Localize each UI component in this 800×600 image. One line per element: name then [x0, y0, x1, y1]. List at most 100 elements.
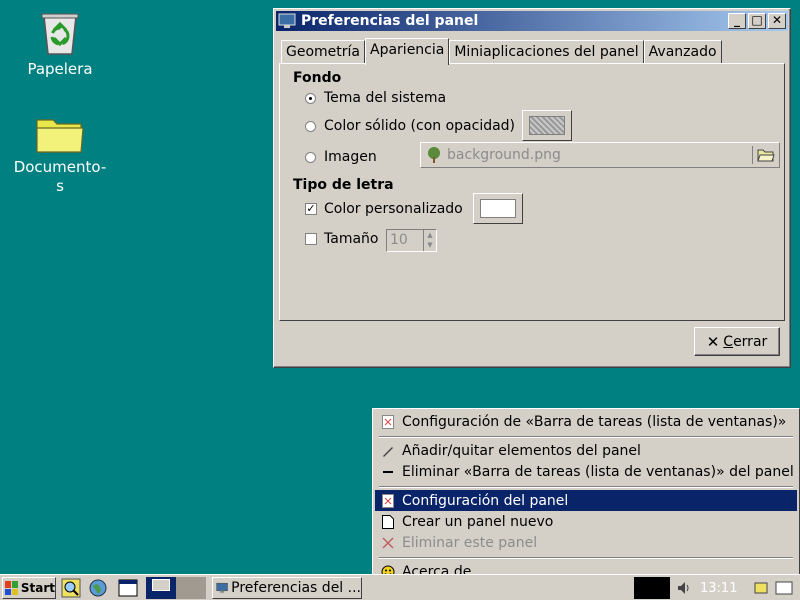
menu-item-remove-taskbar[interactable]: Eliminar «Barra de tareas (lista de vent…	[375, 461, 797, 482]
radio-imagen[interactable]: Imagen	[305, 149, 377, 165]
globe-icon	[89, 579, 107, 597]
image-file-name: background.png	[447, 147, 561, 163]
radio-label: Color sólido (con opacidad)	[324, 118, 516, 134]
maximize-icon: □	[751, 13, 763, 27]
task-preferencias[interactable]: Preferencias del ...	[212, 577, 362, 599]
start-button[interactable]: Start	[2, 577, 56, 599]
task-label: Preferencias del ...	[231, 580, 361, 596]
checkbox-label: Tamaño	[324, 231, 379, 247]
radio-tema-sistema[interactable]: Tema del sistema	[305, 90, 446, 106]
tree-image-icon	[428, 147, 440, 163]
tab-geometria[interactable]: Geometría	[281, 40, 365, 64]
minimize-button[interactable]: _	[728, 13, 746, 29]
checkbox-tamano[interactable]: Tamaño	[305, 231, 378, 247]
clock[interactable]: 13:11	[700, 581, 737, 596]
menu-item-delete-panel: Eliminar este panel	[375, 532, 797, 553]
window-titlebar[interactable]: Preferencias del panel _ □ ✕	[276, 11, 788, 31]
menu-separator	[379, 486, 793, 488]
folder-icon	[36, 119, 84, 153]
new-document-icon	[381, 514, 395, 529]
color-swatch	[480, 199, 516, 218]
workspace-1[interactable]	[146, 577, 176, 599]
menu-item-add-remove[interactable]: Añadir/quitar elementos del panel	[375, 440, 797, 461]
menu-item-label: Configuración de «Barra de tareas (lista…	[402, 413, 787, 430]
spinner-arrows[interactable]: ▲ ▼	[423, 230, 436, 251]
config-icon	[381, 493, 395, 508]
open-folder-icon[interactable]	[757, 147, 775, 163]
tab-miniaplicaciones[interactable]: Miniaplicaciones del panel	[449, 40, 644, 64]
radio-button[interactable]	[305, 151, 316, 163]
color-swatch	[529, 116, 565, 135]
minus-icon	[381, 465, 395, 479]
font-size-spinner[interactable]: 10 ▲ ▼	[386, 229, 437, 252]
panel-context-menu: Configuración de «Barra de tareas (lista…	[372, 408, 800, 584]
section-tipo-letra-heading: Tipo de letra	[293, 177, 394, 193]
volume-icon[interactable]	[676, 580, 692, 596]
window-title: Preferencias del panel	[301, 13, 479, 29]
radio-button[interactable]	[305, 120, 316, 132]
menu-item-taskbar-config[interactable]: Configuración de «Barra de tareas (lista…	[375, 411, 797, 432]
menu-item-panel-config[interactable]: Configuración del panel	[375, 490, 797, 511]
radio-label: Tema del sistema	[324, 90, 447, 106]
show-desktop-icon[interactable]	[775, 580, 793, 596]
menu-item-label: Configuración del panel	[402, 492, 569, 509]
image-file-chooser[interactable]: background.png	[420, 142, 780, 168]
spin-up-icon[interactable]: ▲	[424, 230, 436, 240]
delete-icon	[381, 536, 395, 550]
checkbox-color-personalizado[interactable]: ✓ Color personalizado	[305, 201, 463, 217]
taskbar: Start Preferencias del ... 13:11	[0, 574, 800, 600]
workspace-2[interactable]	[176, 577, 206, 599]
tab-bar: Geometría Apariencia Miniaplicaciones de…	[281, 38, 722, 65]
checkbox[interactable]	[305, 233, 317, 245]
maximize-button[interactable]: □	[748, 13, 766, 29]
menu-item-label: Añadir/quitar elementos del panel	[402, 442, 641, 459]
radio-button[interactable]	[305, 92, 316, 104]
section-fondo-heading: Fondo	[293, 70, 342, 86]
checkbox-label: Color personalizado	[324, 201, 463, 217]
recycle-bin-icon	[41, 13, 79, 55]
menu-separator	[379, 557, 793, 559]
menu-item-label: Eliminar este panel	[402, 534, 538, 551]
desktop-icon-documents[interactable]: Documento- s	[10, 114, 110, 196]
system-tray: 13:11	[634, 577, 798, 599]
notification-icon[interactable]	[753, 580, 771, 596]
quicklaunch-show-desktop[interactable]	[116, 577, 140, 599]
window-icon	[118, 579, 138, 597]
cerrar-label: Cerrar	[723, 333, 768, 350]
desktop-icon-trash[interactable]: Papelera	[10, 8, 110, 79]
menu-item-new-panel[interactable]: Crear un panel nuevo	[375, 511, 797, 532]
radio-label: Imagen	[324, 149, 377, 165]
spin-down-icon[interactable]: ▼	[424, 240, 436, 250]
cpu-monitor[interactable]	[634, 577, 670, 599]
menu-item-label: Eliminar «Barra de tareas (lista de vent…	[402, 463, 794, 480]
close-icon: ✕	[771, 13, 783, 27]
font-size-value: 10	[390, 232, 408, 248]
preferences-window: Preferencias del panel _ □ ✕ Geometría A…	[273, 8, 791, 368]
radio-color-solido[interactable]: Color sólido (con opacidad)	[305, 118, 515, 134]
pencil-icon	[381, 444, 395, 458]
config-icon	[381, 414, 395, 429]
font-color-picker-button[interactable]	[473, 193, 523, 224]
tab-panel-apariencia: Fondo Tema del sistema Color sólido (con…	[279, 63, 785, 321]
cerrar-button[interactable]: ✕ Cerrar	[694, 327, 780, 356]
menu-item-label: Crear un panel nuevo	[402, 513, 554, 530]
checkbox[interactable]: ✓	[305, 203, 317, 215]
monitor-icon	[216, 582, 228, 593]
close-window-button[interactable]: ✕	[768, 13, 786, 29]
search-icon	[61, 578, 81, 598]
monitor-icon	[278, 13, 296, 28]
chooser-separator	[752, 146, 753, 164]
tab-apariencia[interactable]: Apariencia	[365, 38, 450, 65]
desktop-icon-label: Documento- s	[13, 158, 107, 195]
quicklaunch-browser[interactable]	[86, 577, 110, 599]
solid-color-picker-button[interactable]	[522, 110, 572, 141]
desktop-icon-label: Papelera	[27, 60, 93, 78]
workspace-pager[interactable]	[146, 577, 206, 599]
tab-avanzado[interactable]: Avanzado	[643, 40, 722, 64]
minimize-icon: _	[734, 13, 740, 27]
close-icon: ✕	[706, 332, 720, 351]
start-label: Start	[20, 581, 55, 595]
quicklaunch-search[interactable]	[59, 577, 83, 599]
menu-separator	[379, 436, 793, 438]
windows-logo-icon	[5, 581, 18, 595]
